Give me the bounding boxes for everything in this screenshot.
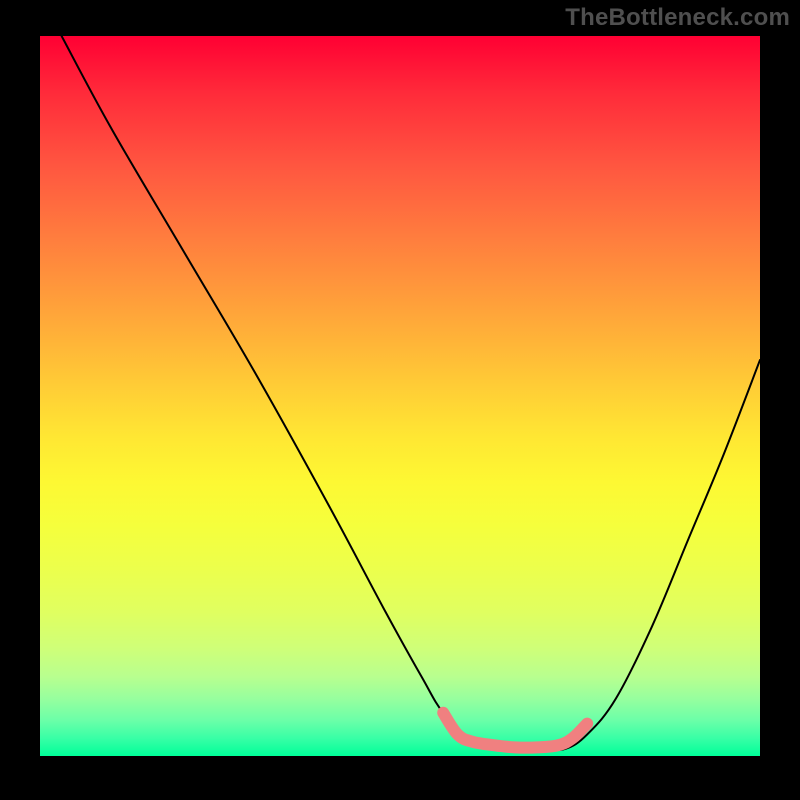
plot-area bbox=[40, 36, 760, 756]
bottleneck-curve bbox=[62, 36, 760, 750]
watermark-text: TheBottleneck.com bbox=[565, 4, 790, 32]
bottleneck-highlight bbox=[443, 713, 587, 748]
curve-layer bbox=[40, 36, 760, 756]
chart-container: TheBottleneck.com bbox=[0, 0, 800, 800]
